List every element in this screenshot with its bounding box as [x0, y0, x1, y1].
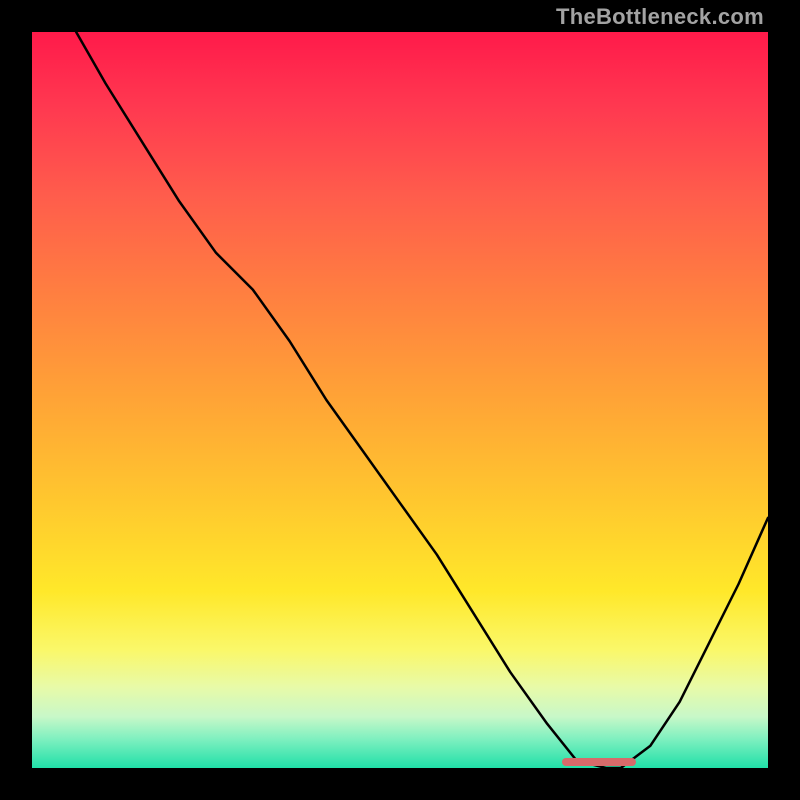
chart-container: TheBottleneck.com	[0, 0, 800, 800]
plot-area	[32, 32, 768, 768]
bottleneck-curve	[32, 32, 768, 768]
optimal-range-marker	[562, 758, 636, 766]
watermark-text: TheBottleneck.com	[556, 4, 764, 30]
